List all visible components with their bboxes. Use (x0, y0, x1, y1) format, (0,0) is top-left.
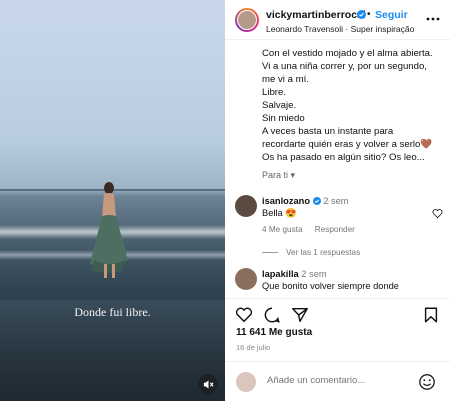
comment-icon[interactable] (263, 306, 281, 324)
comment-username[interactable]: lapakilla (262, 269, 299, 279)
comment-input[interactable] (267, 375, 407, 386)
view-replies-button[interactable]: Ver las 1 respuestas (262, 248, 360, 257)
post-header: vickymartinberrocal • Seguir Leonardo Tr… (225, 0, 450, 40)
comment-time: 2 sem (301, 269, 327, 279)
caption-line: recordarte quién eras y volver a serlo🤎 (262, 139, 433, 150)
post-details-panel: vickymartinberrocal • Seguir Leonardo Tr… (225, 0, 450, 401)
comment-item: isanlozano 2 sem Bella 😍 4 Me gusta Resp… (235, 195, 445, 240)
separator-dot: • (367, 9, 371, 20)
mute-button[interactable] (198, 374, 218, 394)
comment-username[interactable]: isanlozano (262, 196, 310, 206)
comment-item: lapakilla 2 sem Que bonito volver siempr… (235, 268, 445, 298)
comment-time: 2 sem (323, 196, 349, 206)
likes-count[interactable]: 11 641 Me gusta (236, 327, 312, 338)
share-icon[interactable] (291, 306, 309, 324)
caption-line: Vi a una niña correr y, por un segundo, (262, 61, 427, 72)
avatar[interactable] (235, 8, 259, 32)
comment-body: isanlozano 2 sem Bella 😍 (262, 195, 432, 219)
heart-icon[interactable] (235, 306, 253, 324)
speaker-muted-icon (203, 379, 214, 389)
comment-likes[interactable]: 4 Me gusta (262, 225, 303, 234)
caption-line: A veces basta un instante para (262, 126, 394, 137)
reply-button[interactable]: Responder (315, 225, 355, 234)
caption-line: Libre. (262, 87, 286, 98)
audio-subline[interactable]: Leonardo Travensoli · Super inspiração (266, 24, 414, 34)
post-caption: Con el vestido mojado y el alma abierta.… (262, 38, 442, 164)
like-comment-heart-icon[interactable] (432, 208, 443, 219)
commenter-avatar[interactable] (235, 195, 257, 217)
comment-body: lapakilla 2 sem Que bonito volver siempr… (262, 268, 432, 292)
view-replies-label: Ver las 1 respuestas (286, 248, 361, 257)
bookmark-icon[interactable] (422, 306, 440, 324)
comment-text: Que bonito volver siempre donde (262, 281, 399, 291)
post-media[interactable]: Donde fui libre. (0, 0, 225, 401)
media-overlay-caption: Donde fui libre. (74, 305, 151, 319)
divider (262, 252, 278, 254)
emoji-picker-icon[interactable] (418, 373, 436, 391)
caption-line: me vi a mí. (262, 74, 309, 85)
follow-button[interactable]: Seguir (375, 9, 408, 21)
caption-line: Os ha pasado en algún sitio? Os leo... (262, 152, 425, 163)
caption-line: Salvaje. (262, 100, 297, 111)
commenter-avatar[interactable] (235, 268, 257, 290)
avatar (236, 372, 256, 392)
header-username[interactable]: vickymartinberrocal (266, 9, 366, 21)
caption-line: Con el vestido mojado y el alma abierta. (262, 48, 433, 59)
add-comment-bar (225, 361, 450, 401)
post-date[interactable]: 16 de julio (236, 343, 270, 352)
more-options-icon[interactable] (425, 11, 441, 27)
verified-badge-icon (312, 197, 321, 205)
woman-figure (90, 182, 128, 278)
caption-line: Sin miedo (262, 113, 305, 124)
translate-toggle[interactable]: Para ti ▾ (262, 170, 295, 181)
verified-badge-icon (357, 10, 366, 19)
comment-text: Bella 😍 (262, 208, 297, 218)
comment-meta: 4 Me gusta Responder (262, 225, 365, 234)
